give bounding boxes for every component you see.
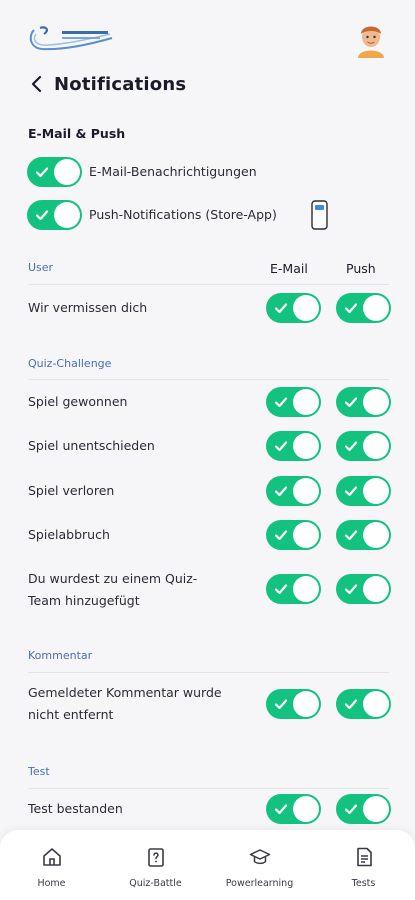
toggle-knob	[363, 478, 389, 504]
toggle-knob	[54, 202, 80, 228]
nav-label-tests: Tests	[351, 878, 376, 889]
app-logo[interactable]	[26, 22, 118, 56]
push-toggle-spiel-verloren[interactable]	[336, 476, 391, 506]
check-icon	[274, 804, 288, 815]
check-icon	[274, 397, 288, 408]
check-icon	[344, 441, 358, 452]
toggle-knob	[54, 159, 80, 185]
page-header: Notifications	[30, 70, 186, 98]
toggle-knob	[293, 295, 319, 321]
email-toggle-gemeldeter-kommentar[interactable]	[266, 689, 321, 719]
column-head-push: Push	[346, 261, 376, 276]
divider	[28, 284, 389, 285]
row-label-spiel-verloren: Spiel verloren	[28, 483, 115, 498]
divider	[28, 672, 389, 673]
push-toggle-spiel-gewonnen[interactable]	[336, 387, 391, 417]
email-toggle-test-bestanden[interactable]	[266, 794, 321, 824]
row-label-spiel-unentschieden: Spiel unentschieden	[28, 438, 155, 453]
graduation-cap-icon	[249, 849, 270, 865]
nav-item-tests[interactable]: Tests	[312, 830, 415, 900]
nav-label-home: Home	[37, 878, 66, 889]
row-label-test-bestanden: Test bestanden	[28, 801, 123, 816]
check-icon	[274, 303, 288, 314]
check-icon	[344, 486, 358, 497]
email-global-toggle[interactable]	[27, 157, 82, 187]
group-heading-user: User	[28, 261, 54, 274]
toggle-knob	[363, 433, 389, 459]
check-icon	[35, 210, 49, 221]
push-toggle-quiz-team[interactable]	[336, 574, 391, 604]
nav-item-home[interactable]: Home	[0, 830, 103, 900]
toggle-knob	[363, 691, 389, 717]
toggle-knob	[293, 691, 319, 717]
check-icon	[344, 699, 358, 710]
home-icon	[42, 848, 61, 866]
toggle-knob	[363, 576, 389, 602]
toggle-knob	[363, 522, 389, 548]
group-heading-kommentar: Kommentar	[28, 649, 93, 662]
push-global-label: Push-Notifications (Store-App)	[89, 207, 277, 222]
push-toggle-test-bestanden[interactable]	[336, 794, 391, 824]
page-title: Notifications	[54, 73, 187, 95]
check-icon	[344, 584, 358, 595]
check-icon	[344, 303, 358, 314]
check-icon	[274, 486, 288, 497]
check-icon	[344, 804, 358, 815]
bottom-navigation: Home Quiz-Battle Powerlearning Tests	[0, 830, 415, 900]
email-toggle-quiz-team[interactable]	[266, 574, 321, 604]
check-icon	[274, 530, 288, 541]
toggle-knob	[293, 389, 319, 415]
column-head-email: E-Mail	[270, 261, 308, 276]
push-global-toggle[interactable]	[27, 200, 82, 230]
top-bar	[0, 0, 415, 66]
email-toggle-wir-vermissen-dich[interactable]	[266, 293, 321, 323]
toggle-knob	[293, 522, 319, 548]
email-global-label: E-Mail-Benachrichtigungen	[89, 164, 257, 179]
nav-item-quiz-battle[interactable]: Quiz-Battle	[104, 830, 207, 900]
nav-label-powerlearning: Powerlearning	[225, 878, 294, 889]
divider	[28, 379, 389, 380]
toggle-knob	[293, 433, 319, 459]
toggle-knob	[363, 295, 389, 321]
row-label-quiz-team: Du wurdest zu einem Quiz-Team hinzugefüg…	[28, 571, 198, 608]
toggle-knob	[293, 576, 319, 602]
check-icon	[344, 397, 358, 408]
nav-label-quiz-battle: Quiz-Battle	[129, 878, 182, 889]
check-icon	[344, 530, 358, 541]
group-heading-test: Test	[28, 765, 50, 778]
row-label-spielabbruch: Spielabbruch	[28, 527, 110, 542]
toggle-knob	[293, 796, 319, 822]
toggle-knob	[363, 389, 389, 415]
check-icon	[274, 441, 288, 452]
row-label-gemeldeter-kommentar: Gemeldeter Kommentar wurde nicht entfern…	[28, 685, 222, 722]
push-toggle-wir-vermissen-dich[interactable]	[336, 293, 391, 323]
quiz-battle-icon	[147, 848, 164, 867]
phone-icon	[311, 200, 328, 230]
section-title-email-push: E-Mail & Push	[28, 126, 126, 141]
email-toggle-spielabbruch[interactable]	[266, 520, 321, 550]
check-icon	[274, 584, 288, 595]
row-label-wir-vermissen-dich: Wir vermissen dich	[28, 300, 148, 315]
push-toggle-gemeldeter-kommentar[interactable]	[336, 689, 391, 719]
check-icon	[274, 699, 288, 710]
row-label-spiel-gewonnen: Spiel gewonnen	[28, 394, 128, 409]
chevron-left-icon[interactable]	[30, 74, 44, 94]
nav-item-powerlearning[interactable]: Powerlearning	[208, 830, 311, 900]
toggle-knob	[363, 796, 389, 822]
user-avatar[interactable]	[355, 22, 387, 58]
group-heading-quiz-challenge: Quiz-Challenge	[28, 357, 112, 370]
document-icon	[356, 847, 372, 867]
push-toggle-spiel-unentschieden[interactable]	[336, 431, 391, 461]
check-icon	[35, 167, 49, 178]
toggle-knob	[293, 478, 319, 504]
email-toggle-spiel-unentschieden[interactable]	[266, 431, 321, 461]
divider	[28, 788, 389, 789]
email-toggle-spiel-gewonnen[interactable]	[266, 387, 321, 417]
push-toggle-spielabbruch[interactable]	[336, 520, 391, 550]
email-toggle-spiel-verloren[interactable]	[266, 476, 321, 506]
